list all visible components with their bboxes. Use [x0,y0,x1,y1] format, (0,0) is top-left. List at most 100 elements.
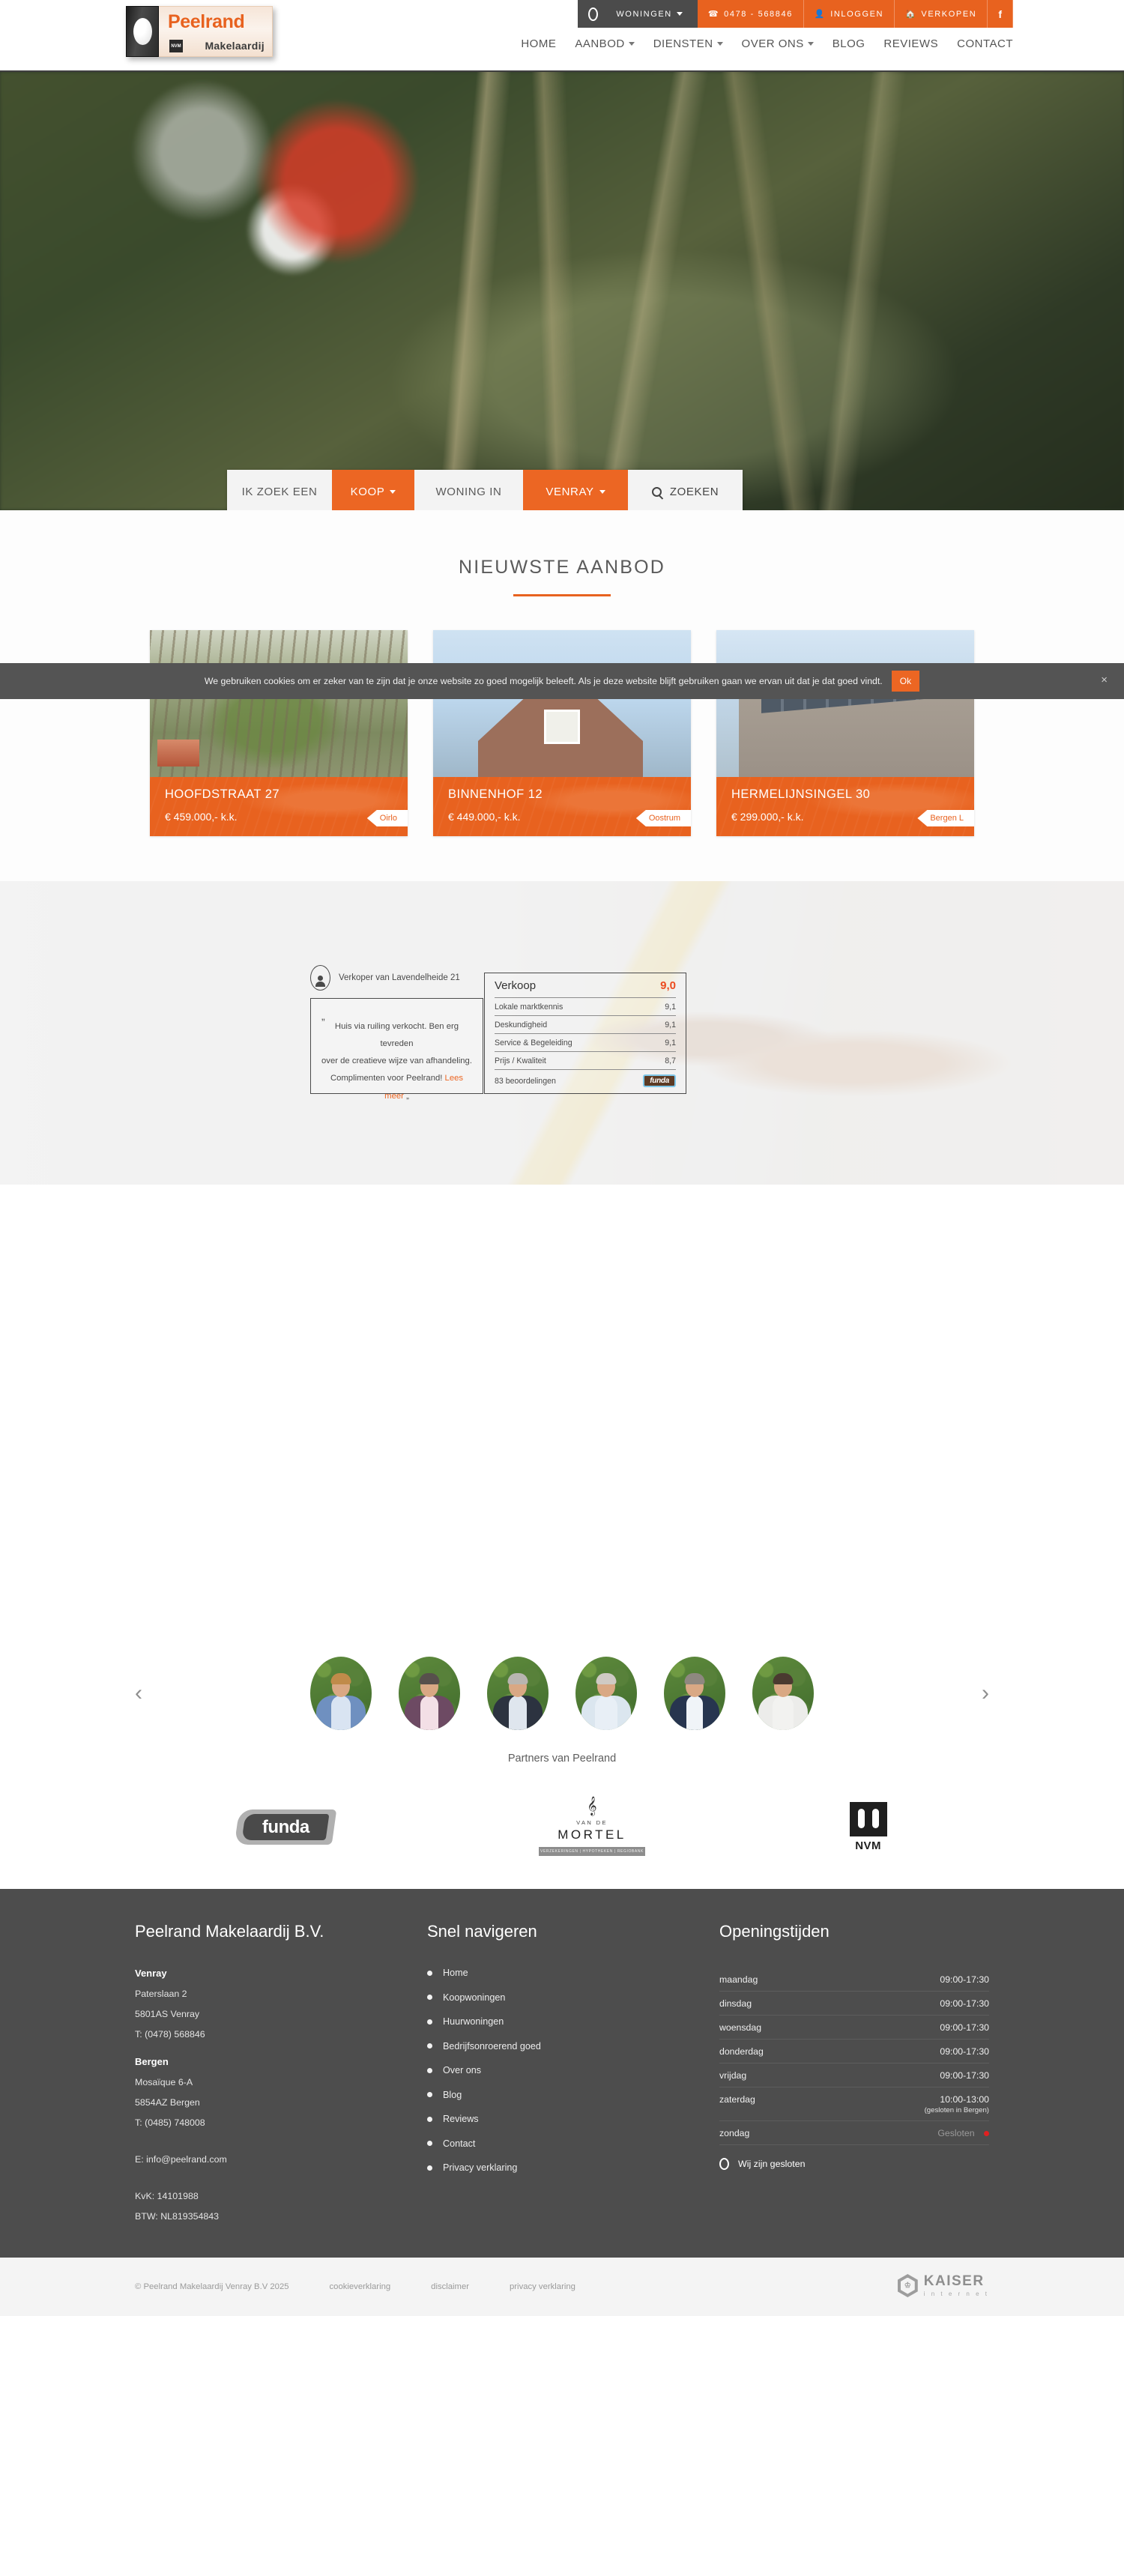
team-member-avatar[interactable] [487,1657,549,1730]
mortel-name: MORTEL [558,1827,626,1842]
footer-nav-item-bedrijfsonroerend-goed[interactable]: Bedrijfsonroerend goed [427,2041,719,2052]
listing-info: BINNENHOF 12 € 449.000,- k.k. Oostrum [433,777,691,836]
bottom-link-cookieverklaring[interactable]: cookieverklaring [330,2282,391,2291]
hours-time: 09:00-17:30 [940,2070,989,2081]
score-row-label: Prijs / Kwaliteit [495,1056,546,1065]
bottom-link-disclaimer[interactable]: disclaimer [431,2282,469,2291]
hours-row: zondag Gesloten [719,2121,989,2145]
chevron-down-icon [390,489,396,494]
property-search-bar: IK ZOEK EEN KOOP WONING IN VENRAY ZOEKEN [227,470,743,510]
bullet-icon [427,1970,432,1976]
footer-nav-label: Privacy verklaring [443,2162,518,2173]
hours-row: woensdag 09:00-17:30 [719,2016,989,2040]
nvm-label: NVM [855,1839,882,1852]
bullet-icon [427,1995,432,2000]
nav-item-blog[interactable]: BLOG [833,37,865,50]
score-row-label: Deskundigheid [495,1021,548,1030]
nav-item-diensten[interactable]: DIENSTEN [653,37,723,50]
chevron-down-icon [716,42,723,46]
logo-oval-icon [133,18,152,45]
close-icon[interactable]: × [1101,674,1108,686]
score-row-value: 9,1 [665,1021,676,1030]
listing-info: HERMELIJNSINGEL 30 € 299.000,- k.k. Berg… [716,777,974,836]
partner-logo-funda[interactable]: funda [235,1809,337,1845]
footer-nav-item-reviews[interactable]: Reviews [427,2114,719,2124]
score-row: Prijs / Kwaliteit 8,7 [495,1051,676,1069]
footer-nav-item-koopwoningen[interactable]: Koopwoningen [427,1992,719,2003]
score-row-value: 8,7 [665,1056,676,1065]
topbar-item-inloggen[interactable]: 👤 INLOGGEN [803,0,895,28]
nav-label: OVER ONS [741,37,804,50]
footer-nav-item-huurwoningen[interactable]: Huurwoningen [427,2016,719,2027]
hours-time: 10:00-13:00 [940,2094,989,2105]
footer-nav-item-blog[interactable]: Blog [427,2090,719,2100]
team-member-avatar[interactable] [752,1657,814,1730]
listing-card[interactable]: BINNENHOF 12 € 449.000,- k.k. Oostrum [433,630,691,836]
footer-office-street: Mosaïque 6-A [135,2077,193,2087]
listing-location-tag: Bergen L [917,810,974,826]
hours-day: dinsdag [719,1998,752,2009]
search-place-select[interactable]: VENRAY [523,470,628,510]
topbar-brand-icon [578,0,606,28]
hours-day: maandag [719,1974,758,1985]
footer-office-phone[interactable]: T: (0478) 568846 [135,2029,427,2040]
footer-office-phone[interactable]: T: (0485) 748008 [135,2117,427,2128]
listing-address: BINNENHOF 12 [448,787,543,801]
nav-item-reviews[interactable]: REVIEWS [883,37,938,50]
topbar-item-woningen[interactable]: WONINGEN [605,0,698,28]
nav-item-aanbod[interactable]: AANBOD [575,37,635,50]
review-quote-line-3: Complimenten voor Peelrand! [330,1074,443,1083]
team-member-avatar[interactable] [399,1657,460,1730]
latest-listings-section: NIEUWSTE AANBOD HOOFDSTRAAT 27 € 459.000… [0,510,1124,881]
footer-office-city: Bergen [135,2056,169,2067]
score-footer-row: 83 beoordelingen funda [495,1069,676,1091]
copyright-text: © Peelrand Makelaardij Venray B.V 2025 [135,2282,289,2291]
footer-nav-item-contact[interactable]: Contact [427,2138,719,2149]
score-overall-value: 9,0 [660,979,676,992]
topbar-item-phone[interactable]: ☎ 0478 - 568846 [697,0,804,28]
hours-row: dinsdag 09:00-17:30 [719,1992,989,2016]
topbar-item-verkopen[interactable]: 🏠 VERKOPEN [895,0,988,28]
nav-item-over-ons[interactable]: OVER ONS [742,37,814,50]
team-member-avatar[interactable] [310,1657,372,1730]
site-footer: Peelrand Makelaardij B.V. Venray Patersl… [0,1889,1124,2258]
bottom-link-privacy-verklaring[interactable]: privacy verklaring [510,2282,575,2291]
nvm-mark-icon [849,1801,887,1836]
kaiser-internet-logo[interactable]: ♔ KAISER i n t e r n e t [897,2274,989,2297]
hours-time: 09:00-17:30 [940,1974,989,1985]
carousel-prev-arrow-icon[interactable]: ‹ [135,1682,142,1705]
footer-nav-column: Snel navigeren Home Koopwoningen Huurwon… [427,1922,719,2222]
search-button-label: ZOEKEN [669,485,719,498]
team-member-avatar[interactable] [664,1657,725,1730]
search-type-select[interactable]: KOOP [332,470,414,510]
review-section: Verkoper van Lavendelheide 21 „ Huis via… [0,881,1124,1185]
partners-title: Partners van Peelrand [507,1753,617,1765]
footer-email[interactable]: E: info@peelrand.com [135,2154,427,2165]
partner-logo-nvm[interactable]: NVM [849,1801,887,1852]
cookie-banner: We gebruiken cookies om er zeker van te … [0,663,1124,699]
bullet-icon [427,2067,432,2073]
search-place-value: VENRAY [546,485,594,498]
mortel-services-bar: VERZEKERINGEN | HYPOTHEKEN | REGIOBANK [539,1847,645,1856]
mortel-mark-icon: 𝄞 [587,1796,597,1815]
nav-item-home[interactable]: HOME [521,37,556,50]
carousel-next-arrow-icon[interactable]: › [982,1682,989,1705]
funda-badge: funda [643,1074,676,1087]
topbar-item-facebook[interactable]: f [988,0,1013,28]
cookie-accept-button[interactable]: Ok [891,671,920,692]
footer-nav-item-home[interactable]: Home [427,1968,719,1978]
partner-logo-van-de-mortel[interactable]: 𝄞 VAN DE MORTEL VERZEKERINGEN | HYPOTHEK… [539,1798,645,1856]
score-row: Lokale marktkennis 9,1 [495,997,676,1015]
listing-card[interactable]: HOOFDSTRAAT 27 € 459.000,- k.k. Oirlo [150,630,408,836]
partner-logos: funda 𝄞 VAN DE MORTEL VERZEKERINGEN | HY… [135,1798,989,1856]
listing-card[interactable]: HERMELIJNSINGEL 30 € 299.000,- k.k. Berg… [716,630,974,836]
nav-item-contact[interactable]: CONTACT [957,37,1013,50]
footer-nav-item-over-ons[interactable]: Over ons [427,2065,719,2075]
search-submit-button[interactable]: ZOEKEN [628,470,743,510]
chevron-down-icon [599,489,605,494]
team-member-avatar[interactable] [575,1657,637,1730]
footer-nav-item-privacy-verklaring[interactable]: Privacy verklaring [427,2162,719,2173]
hero-banner: IK ZOEK EEN KOOP WONING IN VENRAY ZOEKEN [0,72,1124,510]
site-logo[interactable]: Peelrand NVM Makelaardij [126,6,276,63]
hours-day: donderdag [719,2046,764,2057]
